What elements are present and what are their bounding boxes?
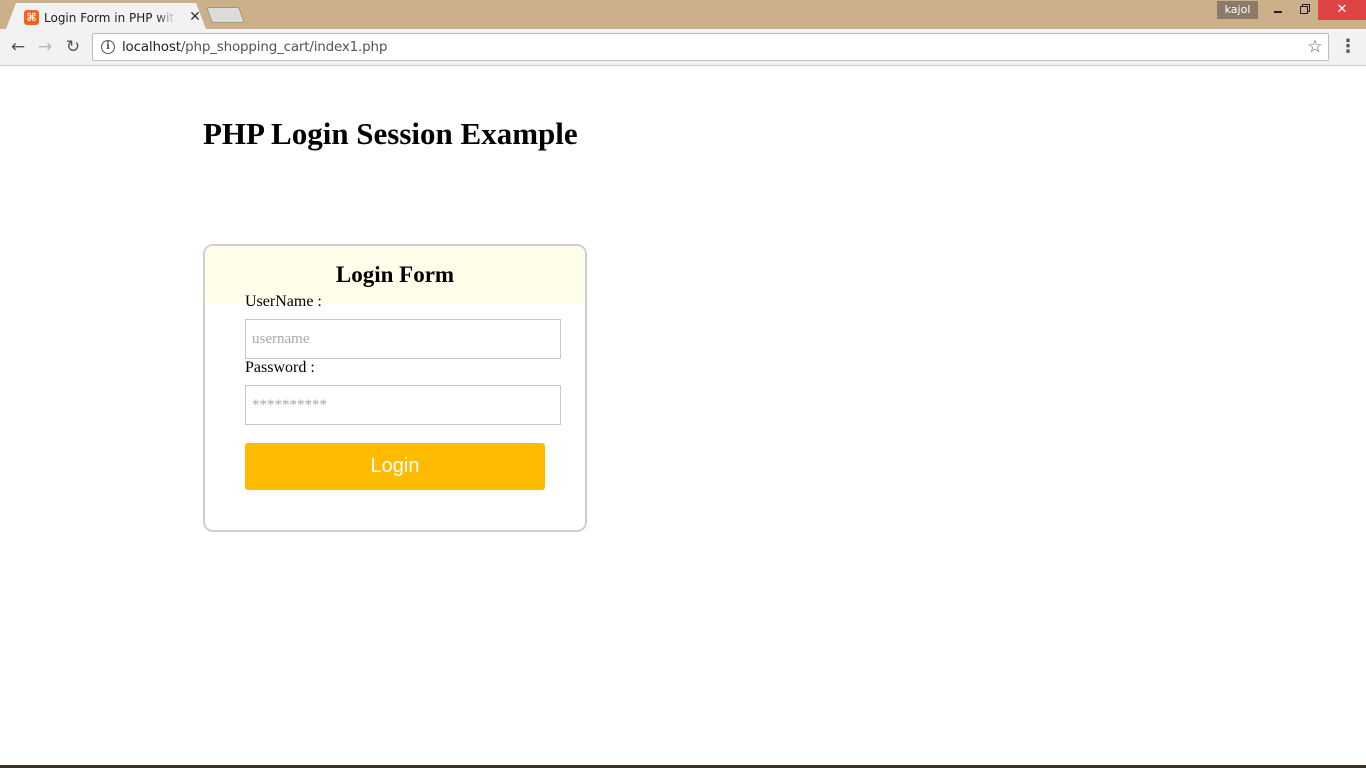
minimize-button[interactable] [1265,0,1291,20]
bookmark-star-icon[interactable]: ☆ [1305,37,1325,57]
minimize-icon [1274,11,1282,13]
login-form-title: Login Form [335,262,455,287]
restore-icon [1300,6,1308,14]
username-label: UserName : [245,293,322,310]
restore-button[interactable] [1291,0,1317,20]
profile-badge[interactable]: kajol [1217,1,1258,19]
password-input[interactable] [245,385,561,425]
url-text[interactable]: localhost/php_shopping_cart/index1.php [122,39,387,55]
password-label: Password : [245,359,315,376]
close-icon[interactable]: ✕ [188,9,202,25]
address-bar[interactable]: i localhost/php_shopping_cart/index1.php… [92,33,1329,61]
window-close-button[interactable]: ✕ [1318,0,1366,20]
browser-title-bar: ⌘ Login Form in PHP with Session ✕ kajol… [0,0,1366,29]
tab-title: Login Form in PHP with Session [44,11,176,25]
new-tab-button[interactable] [206,7,245,23]
xampp-icon: ⌘ [24,10,39,25]
url-host: localhost [122,39,181,55]
login-form-card: Login Form UserName : Password : Login [203,244,587,532]
browser-tab-active[interactable]: ⌘ Login Form in PHP with Session ✕ [6,3,206,29]
reload-icon[interactable]: ↻ [62,36,84,58]
browser-toolbar: ← → ↻ i localhost/php_shopping_cart/inde… [0,29,1366,66]
info-icon[interactable]: i [101,40,115,54]
page-title: PHP Login Session Example [203,116,578,151]
username-input[interactable] [245,319,561,359]
login-button[interactable]: Login [245,443,545,490]
back-arrow-icon[interactable]: ← [7,36,29,58]
kebab-menu-icon[interactable]: ⋮ [1338,36,1358,58]
forward-arrow-icon[interactable]: → [34,36,56,58]
url-path: /php_shopping_cart/index1.php [180,39,388,55]
